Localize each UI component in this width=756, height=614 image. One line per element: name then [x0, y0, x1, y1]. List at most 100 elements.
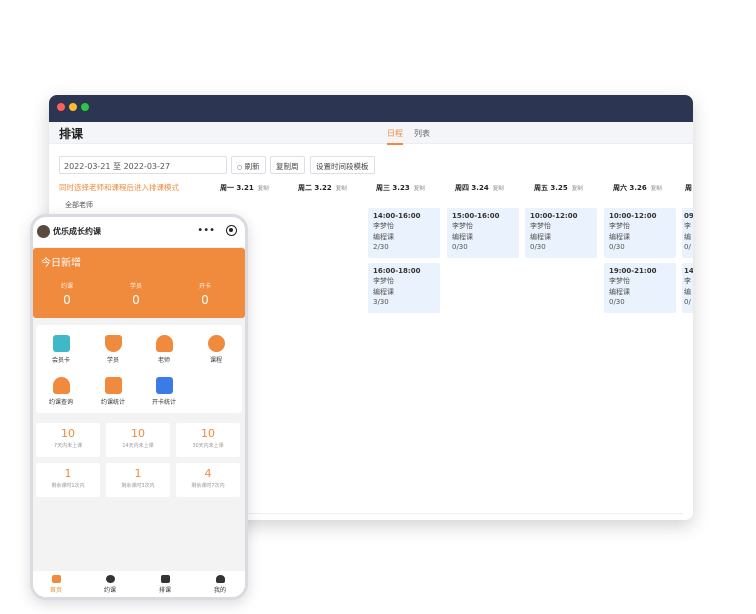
- copy-day-button[interactable]: 复制: [336, 186, 347, 192]
- avatar: [37, 225, 50, 238]
- lesson-card[interactable]: 14:00-16:00 李梦怡 编程课 2/30: [368, 208, 440, 258]
- lesson-course: 编程课: [609, 287, 630, 296]
- day-header-thu: 周四 3.24 复制: [455, 183, 533, 193]
- person-icon: [155, 335, 173, 352]
- nav-label: 我的: [213, 587, 226, 594]
- schedule-hint: 同时选择老师和课程后进入排课模式: [59, 183, 179, 192]
- phone-header: 优乐成长约课 •••: [33, 217, 245, 247]
- phone-mockup: 优乐成长约课 ••• 今日新增 约课 0 学员 0 开卡 0 会员卡 学员 老师: [30, 214, 248, 600]
- refresh-button[interactable]: ○ 刷新: [231, 156, 266, 174]
- copy-day-button[interactable]: 复制: [258, 186, 269, 192]
- stat-box-label: 30天内未上课: [192, 443, 224, 449]
- lesson-time: 10:00-12:00: [609, 212, 657, 220]
- stat-box[interactable]: 1 剩余课时1次内: [36, 463, 100, 497]
- lesson-card[interactable]: 19:00-21:00 李梦怡 编程课 0/30: [604, 263, 676, 313]
- day-name: 周二 3.22: [298, 184, 332, 192]
- course-icon: [207, 335, 225, 352]
- copy-week-button[interactable]: 复制周: [270, 156, 305, 174]
- chart-icon: [160, 575, 170, 583]
- today-summary: 今日新增 约课 0 学员 0 开卡 0: [33, 248, 245, 318]
- copy-day-button[interactable]: 复制: [651, 186, 662, 192]
- feature-label: 约课查询: [48, 399, 73, 406]
- stat-value: 0: [201, 293, 209, 307]
- lesson-course: 编: [684, 287, 691, 296]
- member-card-button[interactable]: 会员卡: [36, 335, 86, 364]
- tab-calendar[interactable]: 日程: [387, 128, 403, 145]
- copy-day-button[interactable]: 复制: [572, 186, 583, 192]
- report-icon: [104, 377, 122, 394]
- day-header-sun: 周日: [685, 183, 693, 193]
- date-range-picker[interactable]: 2022-03-21 至 2022-03-27: [59, 156, 227, 174]
- stat-label: 约课: [60, 283, 73, 290]
- feature-label: 约课统计: [100, 399, 125, 406]
- stat-box[interactable]: 10 14天内未上课: [106, 423, 170, 457]
- day-name: 周四 3.24: [455, 184, 489, 192]
- teacher-select[interactable]: 全部老师: [65, 200, 93, 210]
- stat-box-number: 10: [61, 427, 75, 440]
- booking-query-button[interactable]: 约课查询: [36, 377, 86, 406]
- lesson-time: 09: [684, 212, 693, 220]
- feature-label: 课程: [209, 357, 222, 364]
- lesson-course: 编程课: [530, 232, 551, 241]
- courses-button[interactable]: 课程: [191, 335, 241, 364]
- lesson-time: 15:00-16:00: [452, 212, 500, 220]
- user-search-icon: [52, 377, 70, 394]
- lesson-card[interactable]: 14 李 编 0/: [682, 263, 693, 313]
- lesson-course: 编程课: [373, 232, 394, 241]
- stat-box-number: 1: [64, 467, 72, 480]
- stat-box[interactable]: 1 剩余课时3次内: [106, 463, 170, 497]
- clock-icon: [105, 575, 115, 583]
- home-icon: [51, 575, 61, 583]
- teachers-button[interactable]: 老师: [139, 335, 189, 364]
- copy-day-button[interactable]: 复制: [414, 186, 425, 192]
- stat-box-label: 剩余课时3次内: [121, 483, 155, 489]
- feature-label: 老师: [157, 357, 170, 364]
- minimize-window-button[interactable]: [69, 103, 77, 111]
- lesson-card[interactable]: 09 李 编 0/: [682, 208, 693, 258]
- lesson-card[interactable]: 15:00-16:00 李梦怡 编程课 0/30: [447, 208, 519, 258]
- stat-box-number: 4: [204, 467, 212, 480]
- lesson-teacher: 李梦怡: [609, 222, 630, 231]
- stat-box-label: 剩余课时7次内: [191, 483, 225, 489]
- card-stats-button[interactable]: 开卡统计: [139, 377, 189, 406]
- stat-box-label: 7天内未上课: [53, 443, 83, 449]
- stat-box[interactable]: 10 30天内未上课: [176, 423, 240, 457]
- maximize-window-button[interactable]: [81, 103, 89, 111]
- students-button[interactable]: 学员: [88, 335, 138, 364]
- nav-mine[interactable]: 我的: [200, 575, 240, 594]
- stat-box[interactable]: 4 剩余课时7次内: [176, 463, 240, 497]
- more-menu-button[interactable]: •••: [197, 225, 215, 236]
- lesson-teacher: 李梦怡: [452, 222, 473, 231]
- set-time-template-button[interactable]: 设置时间段模板: [310, 156, 375, 174]
- tab-list[interactable]: 列表: [414, 128, 430, 139]
- nav-label: 排课: [158, 587, 171, 594]
- day-name: 周日: [685, 184, 693, 192]
- lesson-card[interactable]: 16:00-18:00 李梦怡 编程课 3/30: [368, 263, 440, 313]
- day-name: 周一 3.21: [220, 184, 254, 192]
- copy-day-button[interactable]: 复制: [493, 186, 504, 192]
- lesson-time: 14:00-16:00: [373, 212, 421, 220]
- close-window-button[interactable]: [57, 103, 65, 111]
- nav-label: 约课: [103, 587, 116, 594]
- lesson-card[interactable]: 10:00-12:00 李梦怡 编程课 0/30: [604, 208, 676, 258]
- day-name: 周三 3.23: [376, 184, 410, 192]
- lesson-teacher: 李梦怡: [530, 222, 551, 231]
- nav-schedule[interactable]: 排课: [145, 575, 185, 594]
- lesson-count: 0/30: [530, 242, 546, 251]
- lesson-count: 0/: [684, 242, 691, 251]
- stat-label: 开卡: [198, 283, 211, 290]
- lesson-count: 2/30: [373, 242, 389, 251]
- nav-booking[interactable]: 约课: [90, 575, 130, 594]
- stat-value: 0: [63, 293, 71, 307]
- stat-box-label: 剩余课时1次内: [51, 483, 85, 489]
- lesson-time: 16:00-18:00: [373, 267, 421, 275]
- close-miniprogram-icon[interactable]: [226, 225, 237, 236]
- lesson-course: 编: [684, 232, 691, 241]
- booking-stats-button[interactable]: 约课统计: [88, 377, 138, 406]
- day-header-wed: 周三 3.23 复制: [376, 183, 454, 193]
- lesson-time: 14: [684, 267, 693, 275]
- stat-box[interactable]: 10 7天内未上课: [36, 423, 100, 457]
- nav-home[interactable]: 首页: [36, 575, 76, 594]
- app-name: 优乐成长约课: [53, 227, 101, 236]
- lesson-card[interactable]: 10:00-12:00 李梦怡 编程课 0/30: [525, 208, 597, 258]
